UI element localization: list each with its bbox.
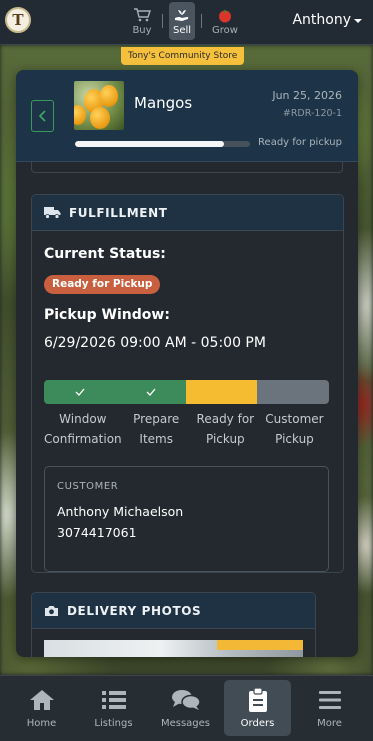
- nav-home-label: Home: [26, 718, 57, 729]
- order-progress-label: Ready for pickup: [258, 137, 342, 148]
- fulfillment-title: FULFILLMENT: [69, 205, 168, 220]
- fulfillment-steps-bar: [44, 380, 329, 404]
- pickup-window-value: 6/29/2026 09:00 AM - 05:00 PM: [44, 335, 266, 351]
- menu-icon: [318, 688, 341, 712]
- step-label: Ready for Pickup: [191, 409, 260, 449]
- customer-label: CUSTOMER: [57, 481, 119, 492]
- clipboard-icon: [248, 688, 267, 712]
- chat-bubbles-icon: [171, 688, 201, 712]
- previous-card-edge: [31, 162, 343, 173]
- nav-listings-label: Listings: [94, 718, 133, 729]
- check-icon: [75, 388, 84, 396]
- step-label-line: Window: [59, 412, 107, 426]
- delivery-photos-header: DELIVERY PHOTOS: [32, 593, 315, 629]
- step-label-line: Items: [139, 432, 173, 446]
- status-badge: Ready for Pickup: [44, 275, 161, 294]
- truck-icon: [44, 207, 61, 219]
- tomato-icon: [214, 5, 236, 25]
- nav-messages-label: Messages: [160, 718, 211, 729]
- user-name: Anthony: [292, 12, 351, 28]
- step-label-line: Confirmation: [44, 432, 122, 446]
- delivery-photos-title: DELIVERY PHOTOS: [67, 603, 202, 618]
- order-progress-fill: [75, 141, 224, 147]
- camera-icon: [45, 605, 58, 616]
- order-progress-bar: [75, 141, 250, 147]
- nav-orders[interactable]: Orders: [224, 680, 291, 736]
- back-button[interactable]: [31, 100, 54, 132]
- mode-divider: [201, 14, 202, 28]
- mode-grow[interactable]: Grow: [208, 2, 242, 40]
- fulfillment-header: FULFILLMENT: [32, 195, 343, 231]
- step-label-line: Ready for: [196, 412, 255, 426]
- mode-grow-label: Grow: [212, 25, 238, 36]
- current-status-label: Current Status:: [44, 246, 166, 262]
- customer-name: Anthony Michaelson: [57, 504, 184, 519]
- nav-listings[interactable]: Listings: [80, 680, 147, 736]
- list-icon: [101, 688, 126, 712]
- order-detail-panel: Mangos Jun 25, 2026 #RDR-120-1 Ready for…: [16, 70, 358, 657]
- step-label-line: Pickup: [275, 432, 314, 446]
- nav-messages[interactable]: Messages: [152, 680, 219, 736]
- step-segment-window-confirmation: [44, 380, 115, 404]
- shopping-cart-icon: [131, 5, 153, 25]
- photo-label-tab: [217, 640, 303, 650]
- delivery-photo[interactable]: [44, 640, 303, 657]
- nav-home[interactable]: Home: [8, 680, 75, 736]
- store-name-tag: Tony's Community Store: [121, 47, 245, 65]
- step-label: Window Confirmation: [44, 409, 122, 449]
- chevron-down-icon: [354, 19, 362, 23]
- check-icon: [146, 388, 155, 396]
- mode-sell[interactable]: Sell: [169, 2, 195, 40]
- mode-buy-label: Buy: [132, 25, 152, 36]
- mode-switcher: Buy Sell Grow: [128, 2, 242, 40]
- order-header: Mangos Jun 25, 2026 #RDR-120-1 Ready for…: [16, 70, 358, 162]
- mode-sell-label: Sell: [172, 25, 192, 36]
- delivery-photos-card: DELIVERY PHOTOS: [31, 592, 316, 657]
- fulfillment-card: FULFILLMENT Current Status: Ready for Pi…: [31, 194, 344, 573]
- step-label-line: Prepare: [133, 412, 180, 426]
- chevron-left-icon: [38, 110, 46, 122]
- mode-divider: [162, 14, 163, 28]
- step-label-line: Customer: [265, 412, 324, 426]
- user-menu[interactable]: Anthony: [292, 12, 362, 28]
- step-segment-ready-for-pickup: [186, 380, 257, 404]
- app-logo[interactable]: T: [5, 7, 31, 33]
- nav-more[interactable]: More: [296, 680, 363, 736]
- hand-holding-sprout-icon: [171, 5, 193, 25]
- mode-buy[interactable]: Buy: [128, 2, 156, 40]
- bottom-nav: Home Listings Messages Orders More: [0, 675, 373, 741]
- nav-more-label: More: [317, 718, 342, 729]
- step-label: Customer Pickup: [260, 409, 329, 449]
- nav-orders-label: Orders: [240, 718, 275, 729]
- pickup-window-label: Pickup Window:: [44, 307, 170, 323]
- step-label: Prepare Items: [122, 409, 191, 449]
- home-icon: [29, 688, 55, 712]
- step-segment-prepare-items: [115, 380, 186, 404]
- order-id: #RDR-120-1: [282, 108, 342, 119]
- order-date: Jun 25, 2026: [272, 89, 342, 102]
- customer-box: CUSTOMER Anthony Michaelson 3074417061: [44, 466, 329, 572]
- top-bar: T Buy Sell Grow Anthony: [0, 0, 373, 45]
- step-label-line: Pickup: [205, 432, 245, 446]
- customer-phone[interactable]: 3074417061: [57, 525, 137, 540]
- product-name: Mangos: [134, 94, 193, 112]
- fulfillment-step-labels: Window Confirmation Prepare Items Ready …: [44, 409, 329, 449]
- step-segment-customer-pickup: [257, 380, 329, 404]
- product-thumbnail: [74, 81, 124, 130]
